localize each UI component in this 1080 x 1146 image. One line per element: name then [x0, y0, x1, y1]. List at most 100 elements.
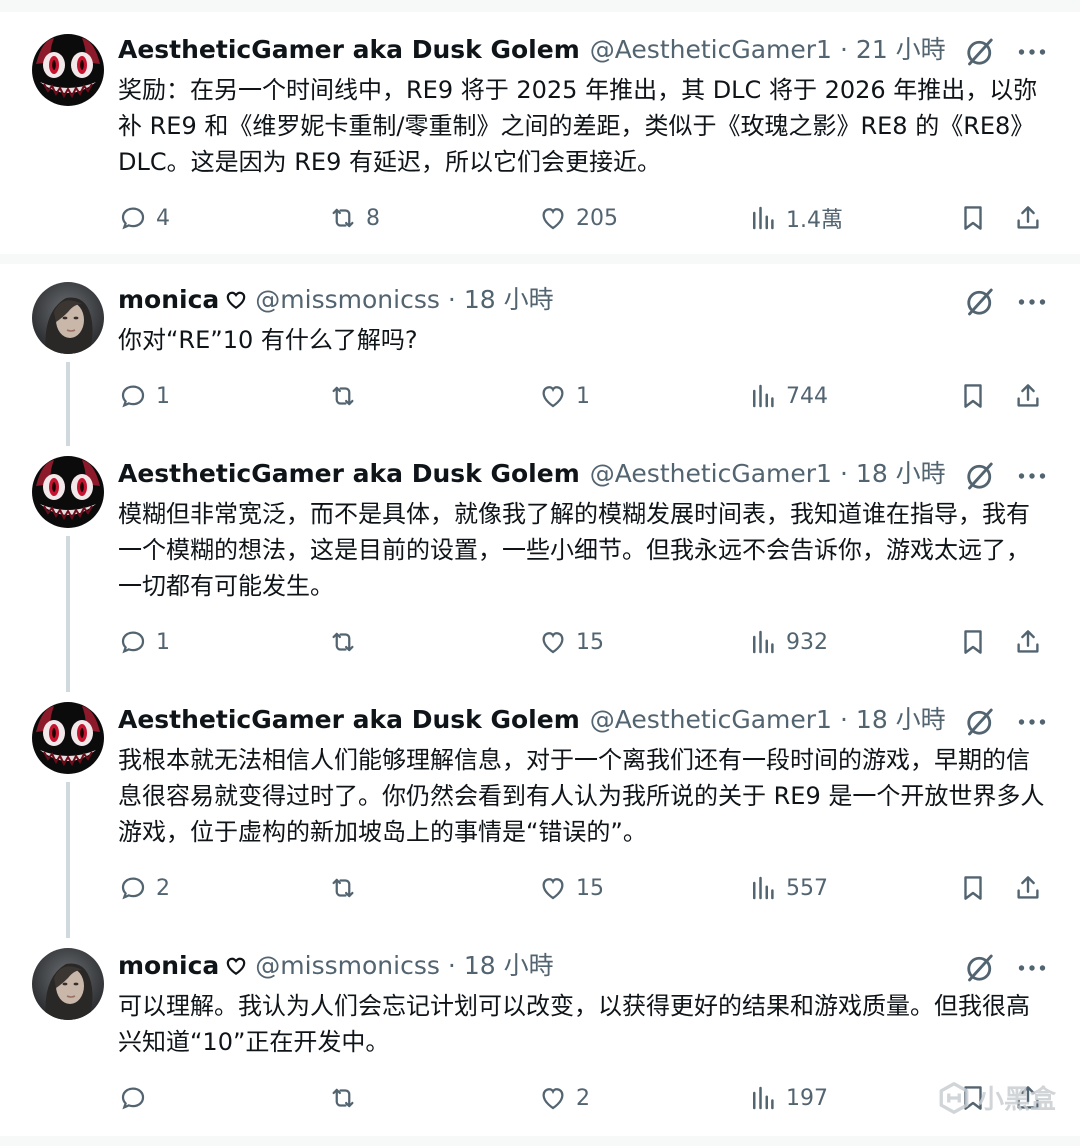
retweet-button[interactable]	[328, 1080, 366, 1116]
timestamp[interactable]: 18 小時	[464, 280, 554, 320]
author-handle[interactable]: @missmonicss	[255, 946, 440, 986]
demon-face-avatar[interactable]	[32, 456, 104, 528]
like-button[interactable]: 15	[538, 624, 604, 660]
like-button[interactable]: 2	[538, 1080, 590, 1116]
view-count: 744	[786, 383, 828, 409]
retweet-icon	[328, 627, 358, 657]
bookmark-button[interactable]	[958, 870, 988, 906]
heart-icon	[538, 203, 568, 233]
more-options-icon[interactable]	[1014, 284, 1050, 320]
action-bar: 2 15 557	[118, 870, 1053, 906]
heart-icon	[538, 873, 568, 903]
author-name[interactable]: AestheticGamer aka Dusk Golem	[118, 30, 580, 70]
bookmark-button[interactable]	[958, 200, 988, 236]
more-options-icon[interactable]	[1014, 34, 1050, 70]
author-name[interactable]: monica	[118, 946, 219, 986]
like-button[interactable]: 205	[538, 200, 618, 236]
grok-icon[interactable]	[962, 34, 998, 70]
grok-icon[interactable]	[962, 284, 998, 320]
grok-icon[interactable]	[962, 704, 998, 740]
tweet[interactable]: AestheticGamer aka Dusk Golem @Aesthetic…	[0, 30, 1080, 254]
retweet-button[interactable]: 8	[328, 200, 380, 236]
reply-icon	[118, 203, 148, 233]
share-icon	[1013, 381, 1043, 411]
grok-icon[interactable]	[962, 950, 998, 986]
tweet[interactable]: AestheticGamer aka Dusk Golem @Aesthetic…	[0, 454, 1080, 676]
reply-button[interactable]: 4	[118, 200, 170, 236]
author-name[interactable]: AestheticGamer aka Dusk Golem	[118, 454, 580, 494]
reply-button[interactable]	[118, 1080, 156, 1116]
share-icon	[1013, 627, 1043, 657]
views-button[interactable]: 1.4萬	[748, 200, 843, 236]
more-options-icon[interactable]	[1014, 950, 1050, 986]
tweet-text: 模糊但非常宽泛，而不是具体，就像我了解的模糊发展时间表，我知道谁在指导，我有一个…	[118, 500, 1030, 600]
demon-face-avatar[interactable]	[32, 34, 104, 106]
bar-chart-icon	[748, 381, 778, 411]
author-handle[interactable]: @AestheticGamer1	[590, 30, 832, 70]
reply-count: 4	[156, 205, 170, 231]
heybox-logo-icon	[936, 1080, 972, 1116]
timestamp[interactable]: 18 小時	[464, 946, 554, 986]
retweet-button[interactable]	[328, 378, 366, 414]
like-count: 1	[576, 383, 590, 409]
view-count: 1.4萬	[786, 208, 843, 233]
heart-icon	[538, 1083, 568, 1113]
section-gap	[0, 0, 1080, 12]
author-name[interactable]: AestheticGamer aka Dusk Golem	[118, 700, 580, 740]
author-name[interactable]: monica	[118, 280, 219, 320]
like-count: 2	[576, 1085, 590, 1111]
retweet-icon	[328, 873, 358, 903]
reply-icon	[118, 1083, 148, 1113]
heart-outline-icon	[225, 290, 247, 310]
share-button[interactable]	[1013, 378, 1043, 414]
like-count: 205	[576, 205, 618, 231]
tweet[interactable]: monica @missmonicss · 18 小時 可以理解。我认为人们会忘…	[0, 946, 1080, 1134]
reply-button[interactable]: 1	[118, 624, 170, 660]
reply-button[interactable]: 2	[118, 870, 170, 906]
author-handle[interactable]: @AestheticGamer1	[590, 454, 832, 494]
share-icon	[1013, 873, 1043, 903]
author-handle[interactable]: @AestheticGamer1	[590, 700, 832, 740]
section-gap	[0, 1136, 1080, 1146]
grok-icon[interactable]	[962, 458, 998, 494]
tweet-text: 奖励：在另一个时间线中，RE9 将于 2025 年推出，其 DLC 将于 202…	[118, 76, 1038, 176]
bookmark-button[interactable]	[958, 624, 988, 660]
heart-outline-icon	[225, 956, 247, 976]
bar-chart-icon	[748, 627, 778, 657]
like-count: 15	[576, 875, 604, 901]
reply-button[interactable]: 1	[118, 378, 170, 414]
like-button[interactable]: 15	[538, 870, 604, 906]
bookmark-button[interactable]	[958, 378, 988, 414]
separator-dot: ·	[839, 705, 848, 734]
tweet-text: 可以理解。我认为人们会忘记计划可以改变，以获得更好的结果和游戏质量。但我很高兴知…	[118, 992, 1030, 1056]
like-count: 15	[576, 629, 604, 655]
timestamp[interactable]: 18 小時	[856, 454, 946, 494]
bookmark-icon	[958, 627, 988, 657]
view-count: 197	[786, 1085, 828, 1111]
retweet-button[interactable]	[328, 624, 366, 660]
like-button[interactable]: 1	[538, 378, 590, 414]
views-button[interactable]: 932	[748, 624, 828, 660]
timestamp[interactable]: 18 小時	[856, 700, 946, 740]
woman-portrait-avatar[interactable]	[32, 282, 104, 354]
share-button[interactable]	[1013, 624, 1043, 660]
view-count: 557	[786, 875, 828, 901]
bookmark-icon	[958, 873, 988, 903]
tweet[interactable]: AestheticGamer aka Dusk Golem @Aesthetic…	[0, 700, 1080, 922]
more-options-icon[interactable]	[1014, 704, 1050, 740]
more-options-icon[interactable]	[1014, 458, 1050, 494]
views-button[interactable]: 557	[748, 870, 828, 906]
action-bar: 2 197	[118, 1080, 1053, 1116]
views-button[interactable]: 744	[748, 378, 828, 414]
demon-face-avatar[interactable]	[32, 702, 104, 774]
retweet-button[interactable]	[328, 870, 366, 906]
author-handle[interactable]: @missmonicss	[255, 280, 440, 320]
tweet[interactable]: monica @missmonicss · 18 小時 你对“RE”10 有什么…	[0, 280, 1080, 430]
views-button[interactable]: 197	[748, 1080, 828, 1116]
separator-dot: ·	[447, 951, 456, 980]
share-button[interactable]	[1013, 200, 1043, 236]
share-button[interactable]	[1013, 870, 1043, 906]
timestamp[interactable]: 21 小時	[856, 30, 946, 70]
woman-portrait-avatar[interactable]	[32, 948, 104, 1020]
bar-chart-icon	[748, 1083, 778, 1113]
